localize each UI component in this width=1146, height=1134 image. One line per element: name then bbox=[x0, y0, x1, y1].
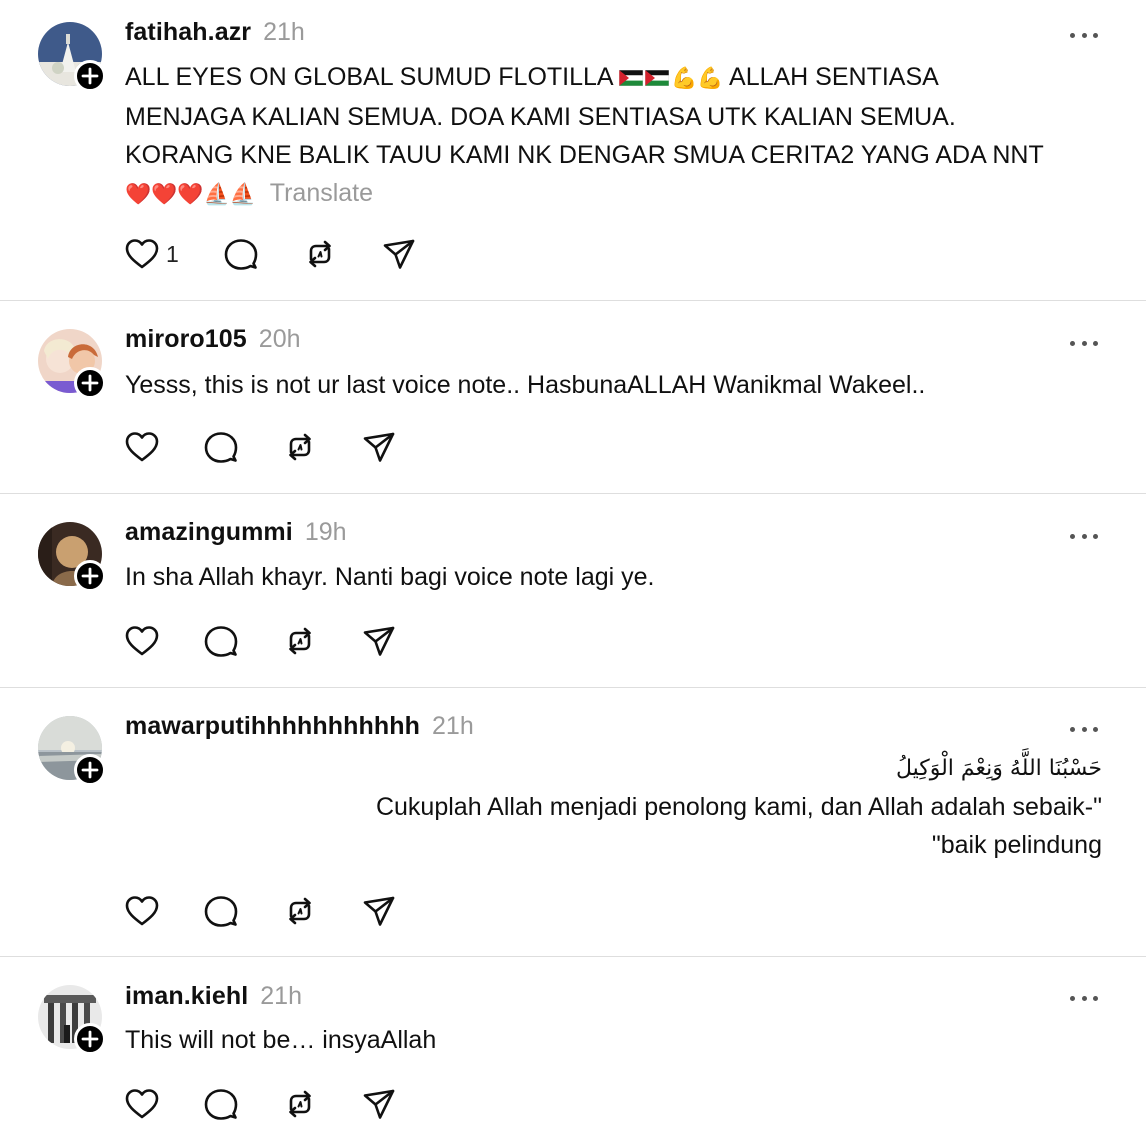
username[interactable]: mawarputihhhhhhhhhhh bbox=[125, 712, 420, 741]
comment-icon bbox=[203, 893, 239, 929]
share-button[interactable] bbox=[361, 621, 397, 661]
thread-post: amazingummi 19h In sha Allah khayr. Nant… bbox=[0, 494, 1146, 688]
post-text: حَسْبُنَا اللَّهُ وَنِعْمَ الْوَكِيلُ Cu… bbox=[125, 750, 1102, 864]
like-button[interactable]: 1 bbox=[124, 234, 179, 274]
heart-icon bbox=[124, 429, 160, 465]
repost-button[interactable] bbox=[282, 891, 318, 931]
username[interactable]: miroro105 bbox=[125, 325, 247, 354]
timestamp: 21h bbox=[263, 18, 305, 46]
username[interactable]: fatihah.azr bbox=[125, 18, 251, 47]
follow-plus-icon[interactable] bbox=[74, 1023, 106, 1055]
username[interactable]: iman.kiehl bbox=[125, 982, 248, 1011]
timestamp: 20h bbox=[258, 325, 301, 353]
like-count: 1 bbox=[166, 240, 179, 267]
heart-icon bbox=[124, 623, 160, 659]
emoji: 💪💪 bbox=[671, 67, 724, 90]
follow-plus-icon[interactable] bbox=[74, 754, 106, 786]
repost-button[interactable] bbox=[302, 234, 338, 274]
palestine-flag-icon bbox=[645, 70, 670, 86]
more-icon[interactable] bbox=[1070, 724, 1098, 734]
repost-icon bbox=[302, 236, 338, 272]
heart-icon bbox=[124, 1086, 160, 1122]
arabic-text: حَسْبُنَا اللَّهُ وَنِعْمَ الْوَكِيلُ bbox=[895, 756, 1102, 781]
comment-button[interactable] bbox=[203, 891, 239, 931]
repost-icon bbox=[282, 1086, 318, 1122]
post-text: This will not be… insyaAllah bbox=[125, 1026, 437, 1054]
thread-post: miroro105 20h Yesss, this is not ur last… bbox=[0, 301, 1146, 494]
post-text: Yesss, this is not ur last voice note.. … bbox=[125, 371, 926, 399]
follow-plus-icon[interactable] bbox=[74, 560, 106, 592]
follow-plus-icon[interactable] bbox=[74, 367, 106, 399]
share-icon bbox=[361, 893, 397, 929]
translate-link[interactable]: Translate bbox=[270, 179, 373, 207]
like-button[interactable] bbox=[124, 1084, 160, 1124]
like-button[interactable] bbox=[124, 621, 160, 661]
share-icon bbox=[381, 236, 417, 272]
repost-button[interactable] bbox=[282, 427, 318, 467]
more-icon[interactable] bbox=[1070, 993, 1098, 1003]
share-button[interactable] bbox=[361, 1084, 397, 1124]
like-button[interactable] bbox=[124, 427, 160, 467]
post-text: ALL EYES ON GLOBAL SUMUD FLOTILLA 💪💪 ALL… bbox=[125, 63, 1044, 207]
comment-button[interactable] bbox=[203, 1084, 239, 1124]
avatar[interactable] bbox=[38, 985, 106, 1055]
thread-post: mawarputihhhhhhhhhhh 21h حَسْبُنَا اللَّ… bbox=[0, 688, 1146, 957]
repost-button[interactable] bbox=[282, 1084, 318, 1124]
share-icon bbox=[361, 623, 397, 659]
repost-button[interactable] bbox=[282, 621, 318, 661]
comment-icon bbox=[203, 1086, 239, 1122]
avatar[interactable] bbox=[38, 716, 106, 786]
follow-plus-icon[interactable] bbox=[74, 60, 106, 92]
share-button[interactable] bbox=[361, 891, 397, 931]
comment-button[interactable] bbox=[203, 621, 239, 661]
avatar[interactable] bbox=[38, 22, 106, 92]
thread-post: iman.kiehl 21h This will not be… insyaAl… bbox=[0, 957, 1146, 1134]
comment-icon bbox=[203, 623, 239, 659]
emoji: ❤️❤️❤️⛵⛵ bbox=[125, 183, 256, 206]
thread-post: fatihah.azr 21h ALL EYES ON GLOBAL SUMUD… bbox=[0, 0, 1146, 301]
more-icon[interactable] bbox=[1070, 338, 1098, 348]
comment-button[interactable] bbox=[203, 427, 239, 467]
share-button[interactable] bbox=[361, 427, 397, 467]
avatar[interactable] bbox=[38, 329, 106, 399]
comment-button[interactable] bbox=[223, 234, 259, 274]
comment-icon bbox=[203, 429, 239, 465]
timestamp: 21h bbox=[432, 712, 474, 740]
heart-icon bbox=[124, 893, 160, 929]
more-icon[interactable] bbox=[1070, 30, 1098, 40]
share-icon bbox=[361, 429, 397, 465]
heart-icon bbox=[124, 236, 160, 272]
share-button[interactable] bbox=[381, 234, 417, 274]
repost-icon bbox=[282, 429, 318, 465]
like-button[interactable] bbox=[124, 891, 160, 931]
avatar[interactable] bbox=[38, 522, 106, 592]
repost-icon bbox=[282, 623, 318, 659]
post-text: In sha Allah khayr. Nanti bagi voice not… bbox=[125, 563, 655, 591]
timestamp: 21h bbox=[260, 982, 302, 1010]
repost-icon bbox=[282, 893, 318, 929]
timestamp: 19h bbox=[304, 518, 347, 546]
comment-icon bbox=[223, 236, 259, 272]
palestine-flag-icon bbox=[619, 70, 644, 86]
more-icon[interactable] bbox=[1070, 531, 1098, 541]
username[interactable]: amazingummi bbox=[125, 518, 293, 547]
share-icon bbox=[361, 1086, 397, 1122]
